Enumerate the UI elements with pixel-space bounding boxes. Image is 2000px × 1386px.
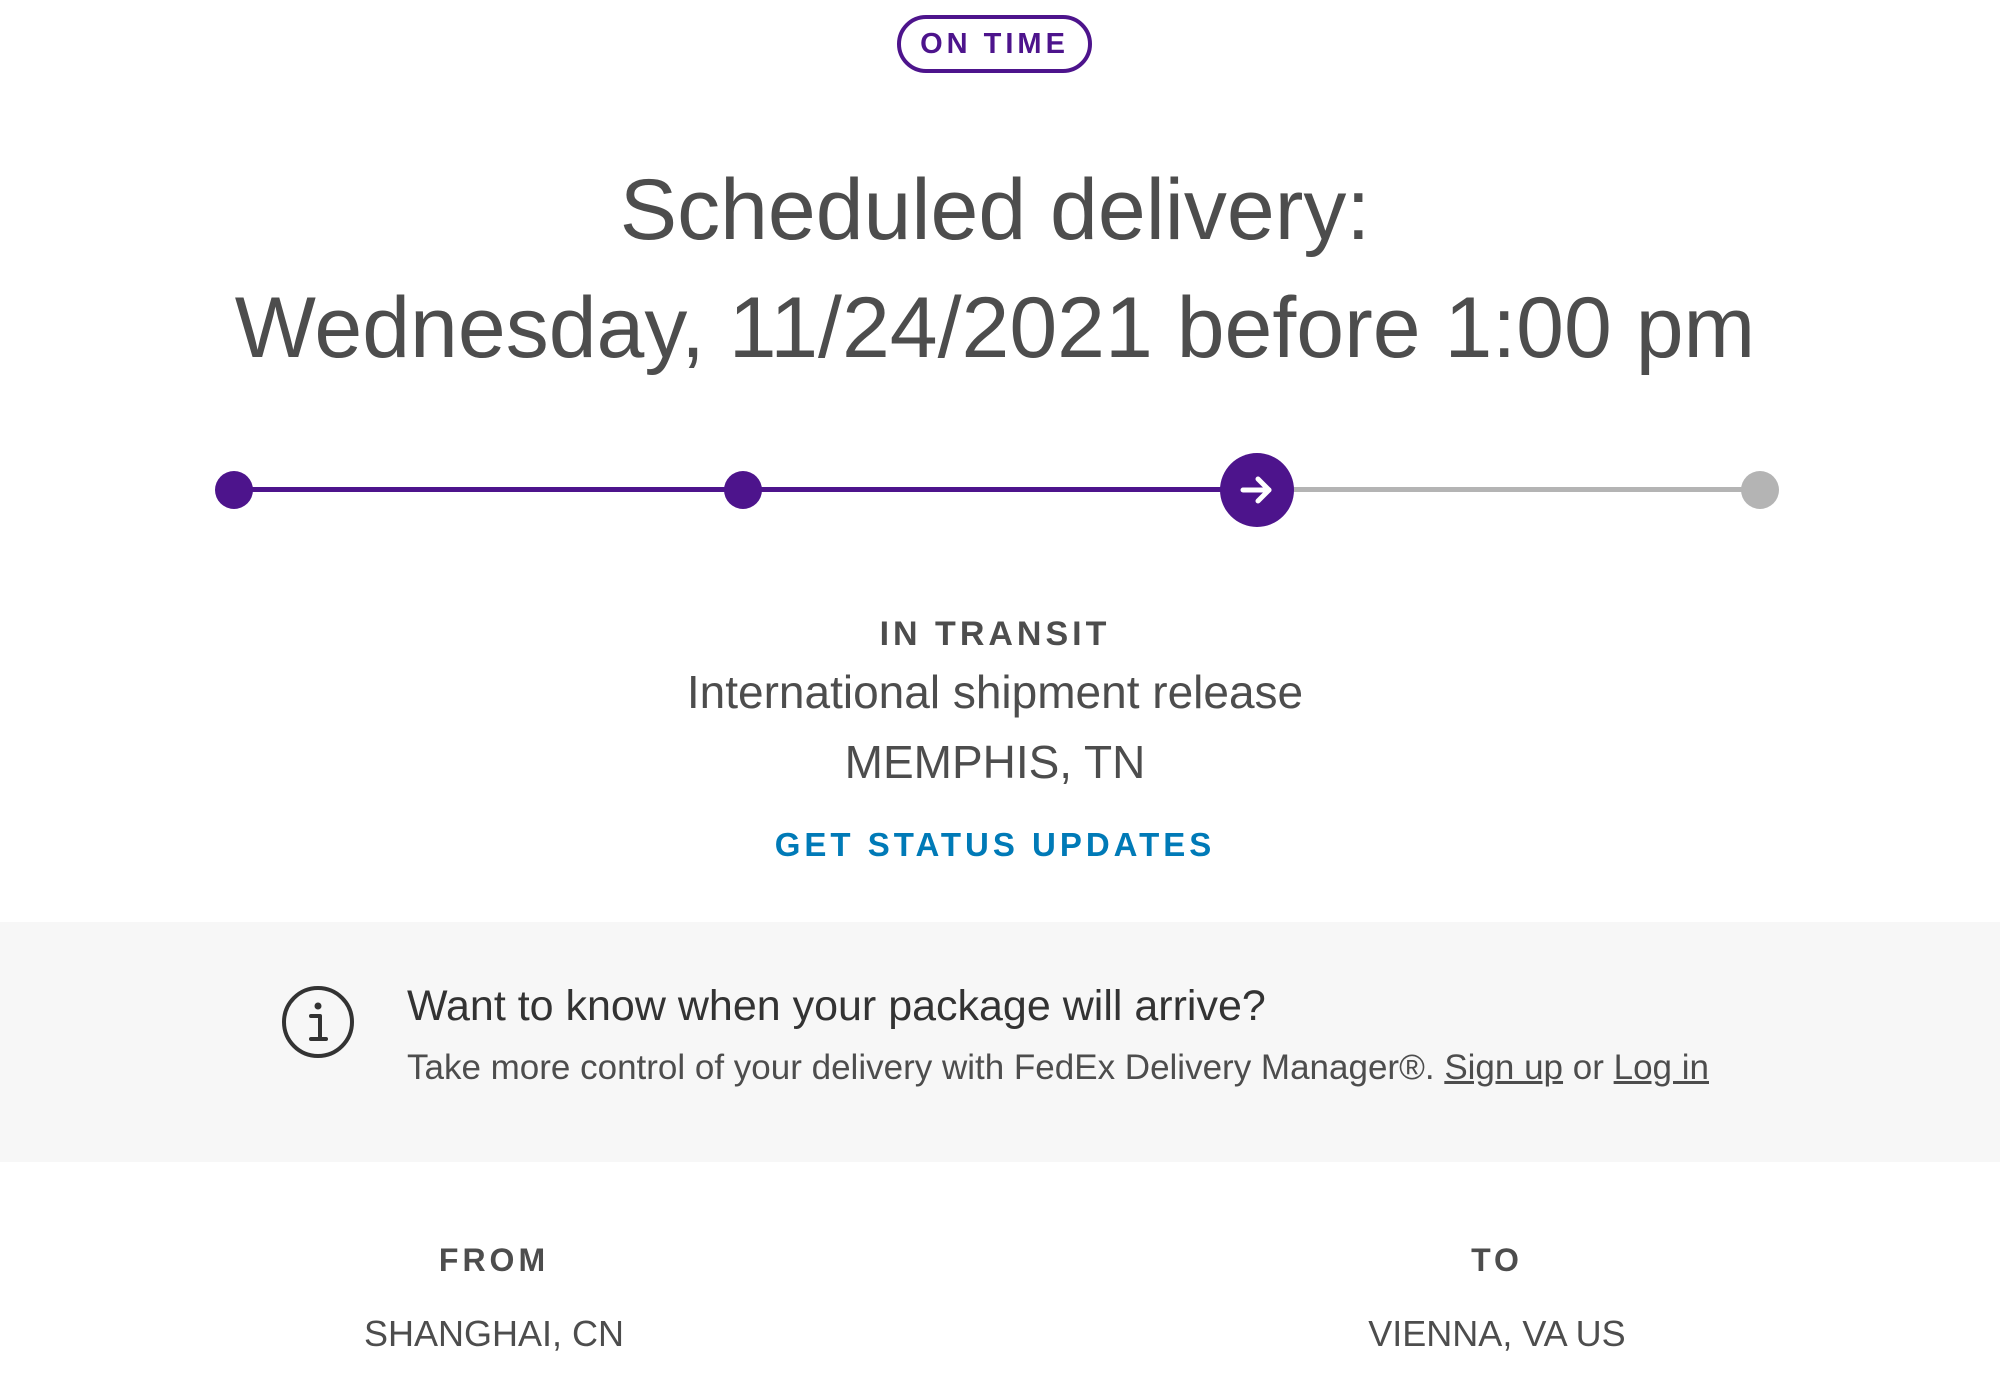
status-location: MEMPHIS, TN <box>844 736 1146 788</box>
to-value: VIENNA, VA US <box>1368 1313 1626 1354</box>
banner-text-prefix: Take more control of your delivery with … <box>407 1048 1435 1087</box>
progress-line-remaining <box>1257 487 1763 492</box>
get-status-updates-link[interactable]: GET STATUS UPDATES <box>0 826 1990 864</box>
status-badge: ON TIME <box>897 15 1092 73</box>
to-label: TO <box>1471 1242 1523 1278</box>
from-label: FROM <box>438 1242 550 1278</box>
info-icon <box>282 986 354 1058</box>
progress-step-4 <box>1741 471 1779 509</box>
scheduled-delivery-date: Wednesday, 11/24/2021 before 1:00 pm <box>234 280 1756 376</box>
sign-up-link[interactable]: Sign up <box>1444 1048 1563 1087</box>
from-value: SHANGHAI, CN <box>363 1313 625 1354</box>
banner-text: Take more control of your delivery with … <box>407 1048 1709 1088</box>
status-label: IN TRANSIT <box>879 615 1111 653</box>
banner-or-text: or <box>1572 1048 1604 1087</box>
scheduled-delivery-heading: Scheduled delivery: <box>619 162 1371 258</box>
log-in-link[interactable]: Log in <box>1614 1048 1709 1087</box>
progress-step-1 <box>215 471 253 509</box>
banner-title: Want to know when your package will arri… <box>407 982 1266 1030</box>
status-description: International shipment release <box>686 666 1304 718</box>
arrow-right-icon <box>1240 476 1272 504</box>
progress-step-2 <box>724 471 762 509</box>
progress-step-current <box>1220 453 1294 527</box>
